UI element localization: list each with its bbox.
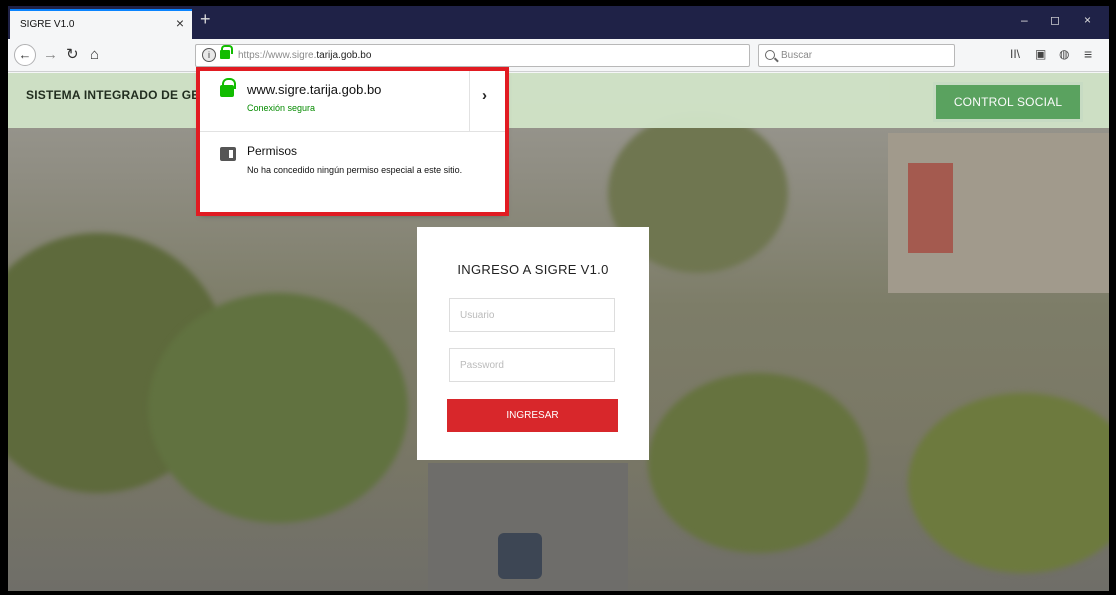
- hamburger-menu-icon[interactable]: ≡: [1084, 47, 1092, 61]
- tab-sigre[interactable]: SIGRE V1.0 ×: [10, 9, 192, 39]
- back-icon[interactable]: ←: [14, 44, 36, 66]
- tree-shape: [908, 393, 1109, 573]
- search-icon: [765, 50, 775, 60]
- site-title: SISTEMA INTEGRADO DE GES: [26, 88, 208, 102]
- permissions-title: Permisos: [247, 144, 298, 158]
- permissions-description: No ha concedido ningún permiso especial …: [247, 165, 463, 175]
- url-bar[interactable]: i https://www.sigre.tarija.gob.bo ··· ☆: [195, 44, 919, 67]
- shield-icon[interactable]: ◍: [1059, 47, 1069, 61]
- url-text[interactable]: https://www.sigre.tarija.gob.bo: [238, 50, 371, 61]
- connection-row[interactable]: www.sigre.tarija.gob.bo Conexión segura …: [200, 70, 505, 132]
- tab-title: SIGRE V1.0: [20, 19, 75, 30]
- url-prefix: https://www.sigre.: [238, 50, 317, 61]
- password-input[interactable]: [449, 348, 615, 382]
- control-social-button[interactable]: CONTROL SOCIAL: [933, 82, 1083, 122]
- sidebar-icon[interactable]: ▣: [1035, 47, 1046, 61]
- lock-icon[interactable]: [220, 45, 233, 59]
- forward-icon[interactable]: →: [43, 46, 58, 64]
- site-header: SISTEMA INTEGRADO DE GES CONTROL SOCIAL: [8, 73, 1109, 128]
- maximize-icon[interactable]: ◻: [1050, 13, 1060, 27]
- new-tab-icon[interactable]: +: [200, 9, 211, 29]
- permissions-icon: [220, 147, 236, 161]
- browser-window: SIGRE V1.0 × + – ◻ × ← → ↻ ⌂ i https://w…: [8, 6, 1109, 591]
- search-bar[interactable]: Buscar: [758, 44, 955, 67]
- login-card: INGRESO A SIGRE V1.0 INGRESAR: [417, 227, 649, 460]
- chevron-right-icon[interactable]: ›: [482, 88, 487, 104]
- secure-lock-icon: [220, 78, 236, 97]
- minimize-icon[interactable]: –: [1021, 13, 1028, 27]
- reload-icon[interactable]: ↻: [66, 46, 79, 64]
- tab-close-icon[interactable]: ×: [176, 16, 184, 30]
- billboard-shape: [908, 163, 953, 253]
- connection-status: Conexión segura: [247, 103, 316, 113]
- divider: [469, 70, 470, 131]
- library-icon[interactable]: II\: [1010, 47, 1020, 61]
- login-button[interactable]: INGRESAR: [447, 399, 618, 432]
- login-title: INGRESO A SIGRE V1.0: [457, 262, 609, 277]
- username-input[interactable]: [449, 298, 615, 332]
- url-domain: tarija.gob.bo: [316, 50, 372, 61]
- tree-shape: [148, 293, 408, 523]
- tree-shape: [648, 373, 868, 553]
- window-close-icon[interactable]: ×: [1084, 13, 1091, 27]
- popup-host: www.sigre.tarija.gob.bo: [247, 82, 382, 97]
- car-shape: [498, 533, 542, 579]
- site-identity-popup: www.sigre.tarija.gob.bo Conexión segura …: [200, 70, 505, 213]
- search-placeholder: Buscar: [781, 50, 813, 61]
- site-info-icon[interactable]: i: [202, 48, 216, 62]
- home-icon[interactable]: ⌂: [90, 46, 99, 64]
- tab-strip: SIGRE V1.0 × + – ◻ ×: [8, 6, 1109, 39]
- page-content: SISTEMA INTEGRADO DE GES CONTROL SOCIAL …: [8, 73, 1109, 591]
- nav-bar: ← → ↻ ⌂ i https://www.sigre.tarija.gob.b…: [8, 39, 1109, 72]
